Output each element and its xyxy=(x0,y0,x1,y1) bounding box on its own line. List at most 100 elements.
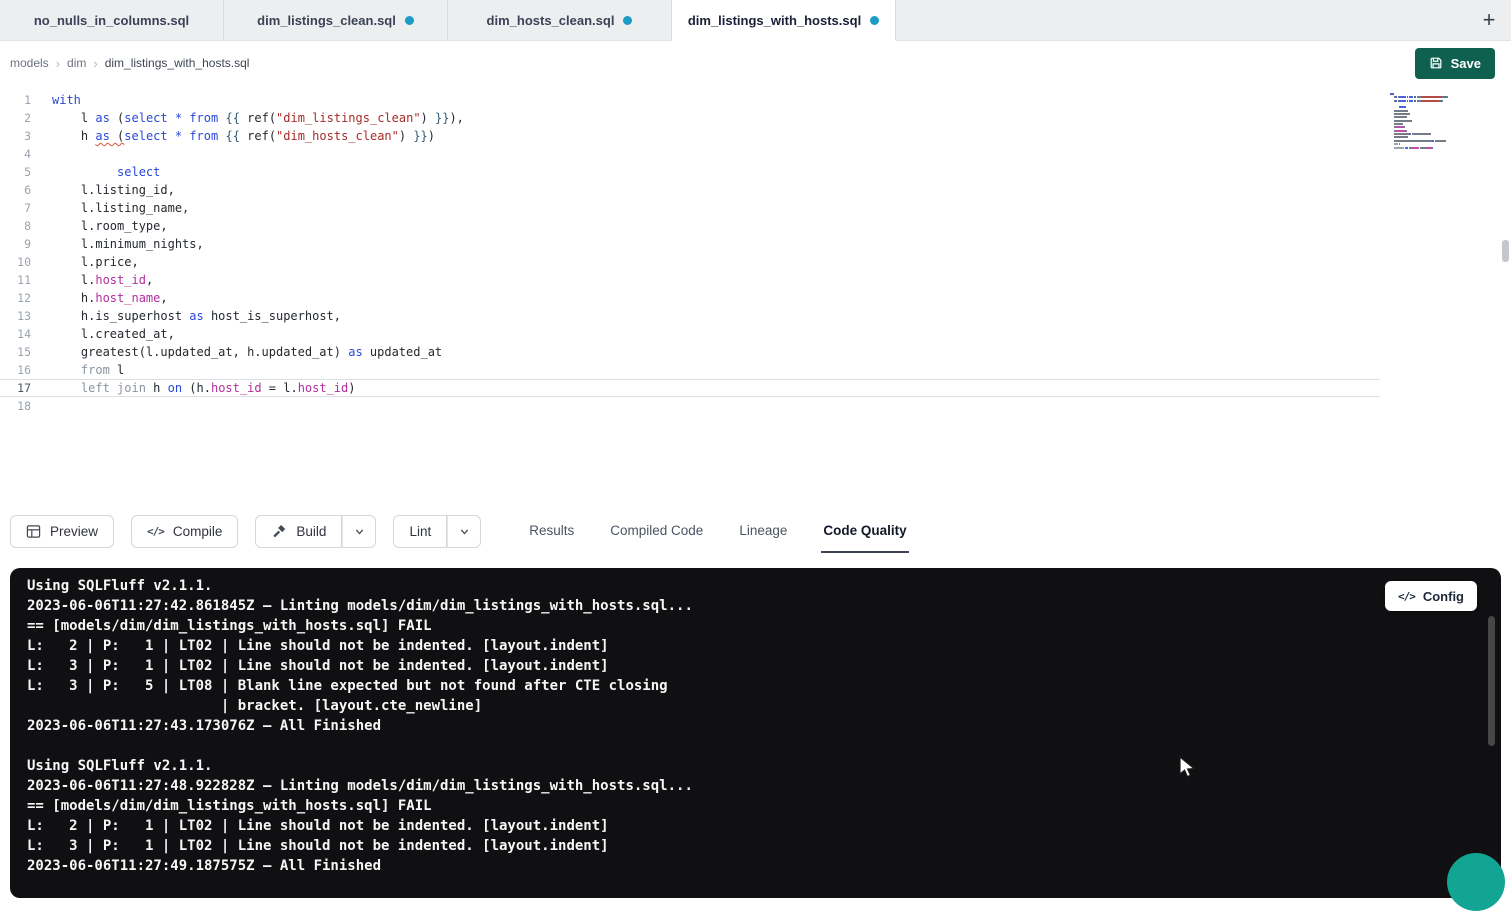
code-icon: </> xyxy=(147,525,164,538)
line-number: 17 xyxy=(0,379,31,397)
code-line-14[interactable]: 14 l.created_at, xyxy=(0,325,1380,343)
code-line-text: left join h on (h.host_id = l.host_id) xyxy=(31,379,356,397)
code-line-18[interactable]: 18 xyxy=(0,397,1380,415)
unsaved-indicator-dot xyxy=(623,16,632,25)
code-line-12[interactable]: 12 h.host_name, xyxy=(0,289,1380,307)
code-line-text: from l xyxy=(31,361,124,379)
code-line-15[interactable]: 15 greatest(l.updated_at, h.updated_at) … xyxy=(0,343,1380,361)
line-number: 6 xyxy=(0,181,31,199)
config-button[interactable]: </> Config xyxy=(1385,581,1477,611)
code-line-3[interactable]: 3 h as (select * from {{ ref("dim_hosts_… xyxy=(0,127,1380,145)
terminal-scrollbar-thumb[interactable] xyxy=(1488,616,1495,746)
code-line-text: l.host_id, xyxy=(31,271,153,289)
terminal-output: Using SQLFluff v2.1.1. 2023-06-06T11:27:… xyxy=(10,568,1501,876)
code-line-7[interactable]: 7 l.listing_name, xyxy=(0,199,1380,217)
code-line-8[interactable]: 8 l.room_type, xyxy=(0,217,1380,235)
line-number: 13 xyxy=(0,307,31,325)
build-button-dropdown[interactable] xyxy=(342,515,376,548)
code-line-text: l.price, xyxy=(31,253,139,271)
breadcrumb-item[interactable]: models xyxy=(10,56,49,70)
code-line-text: h as (select * from {{ ref("dim_hosts_cl… xyxy=(31,127,435,145)
breadcrumb-item[interactable]: dim xyxy=(67,56,86,70)
code-line-text: l.minimum_nights, xyxy=(31,235,204,253)
build-button[interactable]: Build xyxy=(255,515,342,548)
editor-tab-bar: no_nulls_in_columns.sql dim_listings_clea… xyxy=(0,0,1511,41)
code-line-text: l.listing_id, xyxy=(31,181,175,199)
breadcrumb-separator: › xyxy=(93,56,97,71)
preview-button[interactable]: Preview xyxy=(10,515,114,548)
line-number: 5 xyxy=(0,163,31,181)
minimap[interactable] xyxy=(1390,93,1462,153)
tab-label: no_nulls_in_columns.sql xyxy=(34,13,189,28)
code-line-5[interactable]: 5 select xyxy=(0,163,1380,181)
tab-dim-hosts-clean[interactable]: dim_hosts_clean.sql xyxy=(448,0,672,40)
code-line-text xyxy=(31,145,52,163)
code-line-17[interactable]: 17 left join h on (h.host_id = l.host_id… xyxy=(0,379,1380,397)
tab-label: dim_hosts_clean.sql xyxy=(487,13,615,28)
new-tab-button[interactable]: + xyxy=(1467,0,1511,40)
tab-dim-listings-with-hosts[interactable]: dim_listings_with_hosts.sql xyxy=(672,0,896,40)
file-header: models›dim›dim_listings_with_hosts.sql S… xyxy=(0,41,1511,85)
panel-tab-compiled-code[interactable]: Compiled Code xyxy=(608,509,705,553)
chevron-down-icon xyxy=(353,525,366,538)
line-number: 1 xyxy=(0,91,31,109)
panel-tab-results[interactable]: Results xyxy=(527,509,576,553)
editor-scrollbar-thumb[interactable] xyxy=(1502,240,1509,262)
save-label: Save xyxy=(1451,56,1481,71)
line-number: 16 xyxy=(0,361,31,379)
lint-button[interactable]: Lint xyxy=(393,515,447,548)
lint-output-panel: Using SQLFluff v2.1.1. 2023-06-06T11:27:… xyxy=(10,568,1501,898)
lint-button-dropdown[interactable] xyxy=(447,515,481,548)
hammer-icon xyxy=(271,523,287,539)
code-line-13[interactable]: 13 h.is_superhost as host_is_superhost, xyxy=(0,307,1380,325)
chevron-down-icon xyxy=(458,525,471,538)
code-line-1[interactable]: 1with xyxy=(0,91,1380,109)
code-line-text: h.host_name, xyxy=(31,289,168,307)
button-label: Compile xyxy=(173,524,223,539)
code-line-text: l as (select * from {{ ref("dim_listings… xyxy=(31,109,464,127)
code-line-text: l.room_type, xyxy=(31,217,168,235)
line-number: 2 xyxy=(0,109,31,127)
breadcrumb: models›dim›dim_listings_with_hosts.sql xyxy=(10,56,249,71)
save-button[interactable]: Save xyxy=(1415,48,1495,79)
panel-tab-lineage[interactable]: Lineage xyxy=(737,509,789,553)
code-line-4[interactable]: 4 xyxy=(0,145,1380,163)
line-number: 8 xyxy=(0,217,31,235)
line-number: 4 xyxy=(0,145,31,163)
code-icon: </> xyxy=(1398,590,1415,603)
code-line-text xyxy=(31,397,52,415)
line-number: 12 xyxy=(0,289,31,307)
action-toolbar: Preview </> Compile Build Lint Results Compil… xyxy=(0,509,1511,553)
line-number: 15 xyxy=(0,343,31,361)
code-line-text: l.listing_name, xyxy=(31,199,189,217)
panel-tab-code-quality[interactable]: Code Quality xyxy=(821,509,908,553)
line-number: 10 xyxy=(0,253,31,271)
compile-button[interactable]: </> Compile xyxy=(131,515,238,548)
code-line-11[interactable]: 11 l.host_id, xyxy=(0,271,1380,289)
code-line-text: select xyxy=(31,163,160,181)
line-number: 3 xyxy=(0,127,31,145)
code-line-16[interactable]: 16 from l xyxy=(0,361,1380,379)
button-label: Preview xyxy=(50,524,98,539)
tab-label: dim_listings_with_hosts.sql xyxy=(688,13,861,28)
breadcrumb-item[interactable]: dim_listings_with_hosts.sql xyxy=(105,56,250,70)
tab-dim-listings-clean[interactable]: dim_listings_clean.sql xyxy=(224,0,448,40)
button-label: Build xyxy=(296,524,326,539)
line-number: 7 xyxy=(0,199,31,217)
tab-no-nulls-in-columns[interactable]: no_nulls_in_columns.sql xyxy=(0,0,224,40)
save-icon xyxy=(1429,56,1443,70)
help-chat-bubble[interactable] xyxy=(1447,853,1505,911)
code-line-text: h.is_superhost as host_is_superhost, xyxy=(31,307,341,325)
grid-icon xyxy=(26,524,41,539)
code-line-9[interactable]: 9 l.minimum_nights, xyxy=(0,235,1380,253)
button-label: Lint xyxy=(409,524,431,539)
code-line-text: with xyxy=(31,91,81,109)
code-line-6[interactable]: 6 l.listing_id, xyxy=(0,181,1380,199)
unsaved-indicator-dot xyxy=(405,16,414,25)
code-line-2[interactable]: 2 l as (select * from {{ ref("dim_listin… xyxy=(0,109,1380,127)
line-number: 14 xyxy=(0,325,31,343)
tab-label: dim_listings_clean.sql xyxy=(257,13,396,28)
unsaved-indicator-dot xyxy=(870,16,879,25)
code-editor[interactable]: 1with2 l as (select * from {{ ref("dim_l… xyxy=(0,85,1511,509)
code-line-10[interactable]: 10 l.price, xyxy=(0,253,1380,271)
